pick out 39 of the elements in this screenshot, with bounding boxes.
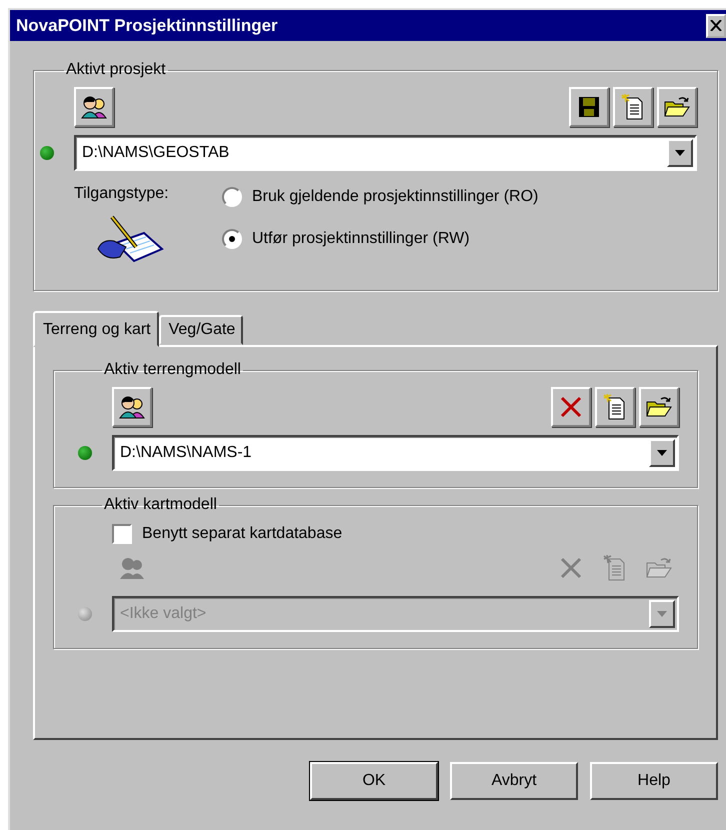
new-document-icon bbox=[621, 94, 645, 120]
new-document-icon bbox=[603, 555, 627, 581]
window-title: NovaPOINT Prosjektinnstillinger bbox=[16, 16, 279, 36]
close-button[interactable] bbox=[706, 14, 726, 38]
group-title: Aktiv kartmodell bbox=[103, 496, 218, 514]
people-button[interactable] bbox=[112, 387, 152, 427]
access-type-label: Tilgangstype: bbox=[74, 185, 170, 203]
folder-icon bbox=[646, 396, 672, 418]
delete-icon bbox=[559, 556, 583, 580]
tab[interactable]: Terreng og kart bbox=[33, 311, 159, 347]
delete-button[interactable] bbox=[551, 387, 591, 427]
new-button[interactable] bbox=[595, 387, 635, 427]
access-radio-option[interactable]: Bruk gjeldende prosjektinnstillinger (RO) bbox=[222, 187, 538, 207]
dropdown-arrow-icon bbox=[657, 450, 667, 456]
people-icon bbox=[119, 395, 145, 419]
model-path-dropdown[interactable]: D:\NAMS\NAMS-1 bbox=[112, 435, 679, 471]
save-button[interactable] bbox=[569, 87, 609, 127]
open-button[interactable] bbox=[639, 387, 679, 427]
dropdown-arrow-icon bbox=[675, 150, 685, 156]
dialog-button[interactable]: Help bbox=[590, 762, 718, 800]
people-icon bbox=[81, 95, 107, 119]
new-button[interactable] bbox=[613, 87, 653, 127]
access-radio-option[interactable]: Utfør prosjektinnstillinger (RW) bbox=[222, 229, 538, 249]
folder-icon bbox=[646, 557, 672, 579]
people-icon bbox=[119, 556, 145, 580]
project-path-dropdown[interactable]: D:\NAMS\GEOSTAB bbox=[74, 135, 697, 171]
dialog-button[interactable]: OK bbox=[310, 762, 438, 800]
group-title: Aktiv terrengmodell bbox=[103, 361, 242, 379]
new-document-icon bbox=[603, 394, 627, 420]
people-button[interactable] bbox=[74, 87, 114, 127]
dropdown-arrow-icon bbox=[657, 611, 667, 617]
tab[interactable]: Veg/Gate bbox=[158, 315, 244, 345]
close-icon bbox=[710, 20, 722, 31]
folder-icon bbox=[664, 96, 690, 118]
delete-icon bbox=[559, 395, 583, 419]
notepad-with-pen-icon bbox=[96, 213, 166, 265]
dialog-button[interactable]: Avbryt bbox=[450, 762, 578, 800]
open-button[interactable] bbox=[657, 87, 697, 127]
group-title: Aktivt prosjekt bbox=[65, 61, 167, 79]
